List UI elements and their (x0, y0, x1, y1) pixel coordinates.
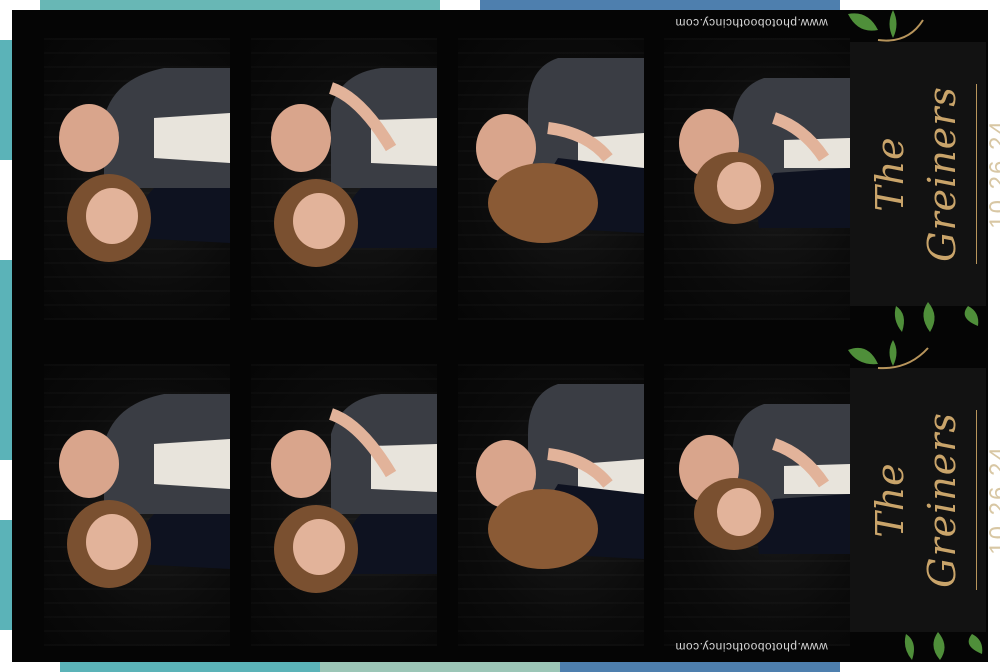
leaf-decoration-top (848, 340, 929, 370)
couple-name: The Greiners (868, 412, 964, 588)
couple-photo (59, 394, 230, 588)
couple-photo (476, 58, 644, 243)
couple-photo (271, 68, 437, 267)
title-card-text: The Greiners 10.26.24 (858, 49, 1000, 299)
couple-name: The Greiners (868, 86, 964, 262)
edge-teal-left-2 (0, 260, 12, 460)
photo-3 (458, 38, 644, 320)
couple-photo (476, 384, 644, 569)
photo-strip: The Greiners 10.26.24 www.photoboothcinc… (12, 10, 1000, 336)
couple-photo (59, 68, 230, 262)
website-url: www.photoboothcincy.com (675, 640, 828, 654)
photo-strip-sheet: The Greiners 10.26.24 www.photoboothcinc… (12, 10, 1000, 662)
divider-line (976, 410, 977, 590)
photo-2 (251, 364, 437, 646)
couple-photo (679, 78, 850, 228)
photo-1 (44, 38, 230, 320)
photo-3 (458, 364, 644, 646)
photo-4 (664, 364, 850, 646)
leaf-decoration-bottom (894, 302, 979, 332)
couple-photo (271, 394, 437, 593)
photo-strip: The Greiners 10.26.24 www.photoboothcinc… (12, 336, 1000, 662)
title-card: The Greiners 10.26.24 (850, 368, 1000, 632)
edge-teal-left-3 (0, 520, 12, 630)
title-card-text: The Greiners 10.26.24 (858, 375, 1000, 625)
leaf-decoration-top (848, 10, 924, 42)
photo-4 (664, 38, 850, 320)
website-url: www.photoboothcincy.com (675, 16, 828, 30)
title-card: The Greiners 10.26.24 (850, 42, 1000, 306)
edge-teal-left (0, 40, 12, 160)
event-date: 10.26.24 (985, 119, 1000, 229)
leaf-decoration-bottom (904, 632, 983, 660)
couple-photo (679, 404, 850, 554)
photo-2 (251, 38, 437, 320)
divider-line (976, 84, 977, 264)
photo-1 (44, 364, 230, 646)
event-date: 10.26.24 (985, 445, 1000, 555)
